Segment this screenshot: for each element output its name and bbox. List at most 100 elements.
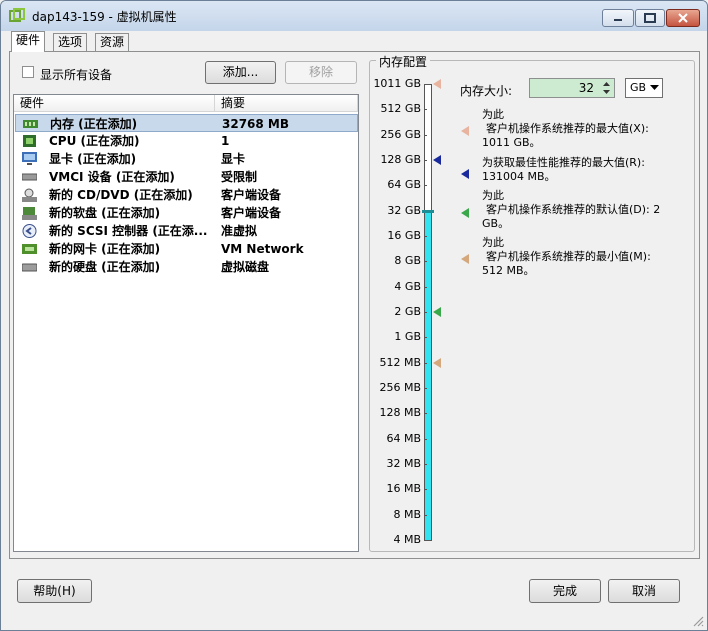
tab-resources[interactable]: 资源 [95,33,130,51]
minimize-button[interactable] [602,9,634,27]
scale-label: 32 MB [386,456,421,470]
hardware-row-name: CPU (正在添加) [49,134,140,148]
best-performance-text: 为获取最佳性能推荐的最大值(R): 131004 MB。 [482,156,682,184]
finish-button[interactable]: 完成 [529,579,601,603]
maximize-button[interactable] [635,9,665,27]
window-title: dap143-159 - 虚拟机属性 [32,10,177,24]
hardware-row-vmci-device[interactable]: VMCI 设备 (正在添加) 受限制 [15,168,358,186]
chevron-down-icon [650,85,659,90]
hardware-row-summary: 虚拟磁盘 [221,260,270,274]
show-all-devices-checkbox[interactable] [22,66,34,78]
max-recommended-guest-marker [461,126,469,136]
scale-label: 32 GB [387,203,421,217]
hardware-row-memory[interactable]: 内存 (正在添加) 32768 MB [15,114,358,132]
cancel-button[interactable]: 取消 [608,579,680,603]
scale-tick [424,362,427,364]
scale-label: 64 GB [387,178,421,192]
scale-tick [424,159,427,161]
hardware-row-name: VMCI 设备 (正在添加) [49,170,175,184]
column-header-summary[interactable]: 摘要 [215,95,358,112]
scsi-controller-icon [22,224,37,238]
add-button[interactable]: 添加... [205,61,276,84]
memory-spin-buttons[interactable] [599,79,614,97]
max-recommended-guest-text: 为此 客户机操作系统推荐的最大值(X): 1011 GB。 [482,108,682,150]
hardware-row-network-card[interactable]: 新的网卡 (正在添加) VM Network [15,240,358,258]
memory-unit-value: GB [630,81,647,94]
scale-label: 64 MB [386,431,421,445]
scale-label: 256 GB [380,127,421,141]
hardware-row-name: 新的 CD/DVD (正在添加) [49,188,193,202]
cpu-icon [23,135,36,147]
memory-unit-select[interactable]: GB [625,78,663,98]
default-recommended-marker [461,208,469,218]
scale-label: 8 GB [394,254,421,268]
title-bar[interactable]: dap143-159 - 虚拟机属性 [1,1,707,31]
scale-label: 16 GB [387,228,421,242]
hardware-row-floppy[interactable]: 新的软盘 (正在添加) 客户端设备 [15,204,358,222]
floppy-icon [22,207,37,220]
min-recommended-marker [461,254,469,264]
scale-label: 4 GB [394,279,421,293]
hardware-row-summary: 准虚拟 [221,224,258,238]
cd-dvd-icon [22,188,37,202]
hardware-row-name: 内存 (正在添加) [50,117,138,131]
default-recommended-text: 为此 客户机操作系统推荐的默认值(D): 2 GB。 [482,189,682,231]
hardware-row-name: 新的 SCSI 控制器 (正在添... [49,224,208,238]
minimize-icon [614,19,622,21]
vm-app-icon [9,8,25,22]
remove-button[interactable]: 移除 [285,61,357,84]
scale-tick [424,235,427,237]
scale-marker [433,79,441,89]
hardware-row-summary: 显卡 [221,152,246,166]
hardware-row-cd-dvd[interactable]: 新的 CD/DVD (正在添加) 客户端设备 [15,186,358,204]
scale-label: 128 GB [380,152,421,166]
hardware-row-summary: 客户端设备 [221,206,282,220]
close-button[interactable] [666,9,700,27]
maximize-icon [644,13,656,23]
scale-label: 128 MB [379,406,421,420]
scale-tick [424,134,427,136]
tab-options[interactable]: 选项 [53,33,88,51]
hardware-list[interactable]: 硬件 摘要 内存 (正在添加) 32768 MB CPU (正在添加) 1 显卡… [13,94,359,552]
scale-label: 8 MB [393,507,421,521]
hardware-row-display-card[interactable]: 显卡 (正在添加) 显卡 [15,150,358,168]
memory-slider-fill [425,210,431,540]
scale-tick [424,413,427,415]
hardware-row-summary: VM Network [221,242,304,256]
help-button[interactable]: 帮助(H) [17,579,92,603]
marker-text-prefix: 为此 [482,189,504,202]
marker-text-value: 131004 MB。 [482,170,556,183]
scale-tick [424,311,427,313]
close-icon [678,13,688,23]
show-all-devices-label: 显示所有设备 [40,68,113,82]
tab-hardware[interactable]: 硬件 [11,31,46,52]
scale-tick [424,261,427,263]
hardware-row-summary: 1 [221,134,230,148]
marker-text-label: 为获取最佳性能推荐的最大值(R): [482,156,645,169]
hardware-row-name: 新的网卡 (正在添加) [49,242,161,256]
scale-tick [424,286,427,288]
network-card-icon [22,244,37,254]
hardware-row-hard-disk[interactable]: 新的硬盘 (正在添加) 虚拟磁盘 [15,258,358,276]
hardware-row-cpu[interactable]: CPU (正在添加) 1 [15,132,358,150]
memory-slider-thumb[interactable] [422,209,434,213]
hard-disk-icon [22,263,37,272]
scale-marker [433,357,441,368]
marker-text-label: 客户机操作系统推荐的默认值(D): 2 [486,203,661,216]
min-recommended-text: 为此 客户机操作系统推荐的最小值(M): 512 MB。 [482,236,682,278]
scale-tick [424,463,427,465]
hardware-row-scsi-controller[interactable]: 新的 SCSI 控制器 (正在添... 准虚拟 [15,222,358,240]
scale-label: 256 MB [379,380,421,394]
column-header-hardware[interactable]: 硬件 [14,95,215,112]
hardware-row-name: 新的软盘 (正在添加) [49,206,161,220]
resize-grip-icon[interactable] [692,615,704,627]
marker-text-prefix: 为此 [482,236,504,249]
scale-label: 512 GB [380,102,421,116]
marker-text-prefix: 为此 [482,108,504,121]
memory-config-label: 内存配置 [376,53,431,70]
marker-text-label: 客户机操作系统推荐的最小值(M): [486,250,651,263]
marker-text-value: GB。 [482,217,510,230]
marker-text-label: 客户机操作系统推荐的最大值(X): [486,122,649,135]
scale-marker [433,154,441,165]
display-card-icon [22,152,37,165]
